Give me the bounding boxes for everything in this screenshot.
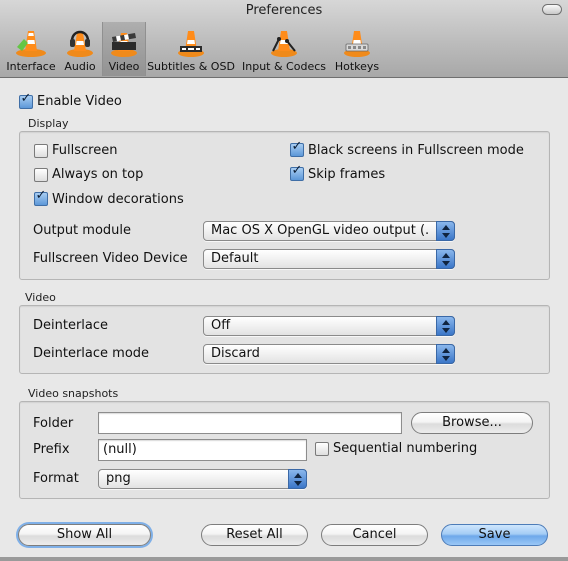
video-clapperboard-cone-icon [111,33,137,57]
prefix-field[interactable]: (null) [98,439,307,461]
format-value: png [106,471,131,486]
cancel-button[interactable]: Cancel [321,524,428,546]
tab-label: Video [108,60,140,73]
window-title: Preferences [245,3,323,18]
tab-label: Audio [64,60,96,73]
folder-label: Folder [33,416,74,431]
input-codecs-cone-icon [271,31,297,57]
browse-button[interactable]: Browse... [411,412,533,434]
popup-arrows-icon [288,469,307,489]
fullscreen-device-label: Fullscreen Video Device [33,251,188,266]
popup-arrows-icon [436,344,455,364]
format-popup[interactable]: png [98,469,307,489]
deinterlace-value: Off [211,318,231,333]
checkmark-icon: ✓ [20,91,32,106]
fullscreen-checkbox[interactable] [34,144,48,158]
audio-headphones-cone-icon [67,30,93,57]
tab-video[interactable]: Video [102,22,146,76]
tab-hotkeys[interactable]: Hotkeys [332,22,382,76]
save-button[interactable]: Save [441,524,548,546]
format-label: Format [33,471,79,486]
snapshots-group-title: Video snapshots [28,387,119,400]
deinterlace-mode-label: Deinterlace mode [33,346,150,361]
tab-label: Subtitles & OSD [147,60,235,73]
prefix-label: Prefix [33,442,70,457]
subtitles-cone-icon [178,31,204,57]
fullscreen-device-value: Default [211,251,259,266]
hotkeys-cone-icon [344,31,370,57]
popup-arrows-icon [436,221,455,241]
black-screens-checkbox[interactable]: ✓ [290,139,304,157]
tab-subtitles-osd[interactable]: Subtitles & OSD [146,22,236,76]
always-on-top-label: Always on top [52,167,144,182]
tab-label: Interface [6,60,56,73]
toolbar-toggle-button[interactable] [542,4,562,15]
checkmark-icon: ✓ [35,188,47,203]
tab-label: Hotkeys [334,60,380,73]
display-group-title: Display [28,117,69,130]
video-group-title: Video [25,291,56,304]
checkmark-icon: ✓ [291,163,303,178]
popup-arrows-icon [436,249,455,269]
deinterlace-popup[interactable]: Off [203,316,455,336]
popup-arrows-icon [436,316,455,336]
skip-frames-label: Skip frames [308,167,386,182]
sequential-numbering-checkbox[interactable] [315,442,329,456]
preferences-window: Preferences Interface Audio Video Subtit… [0,0,568,561]
deinterlace-label: Deinterlace [33,318,109,333]
skip-frames-checkbox[interactable]: ✓ [290,163,304,181]
window-decorations-label: Window decorations [52,192,184,207]
deinterlace-mode-popup[interactable]: Discard [203,344,455,364]
output-module-popup[interactable]: Mac OS X OpenGL video output (... [203,221,455,241]
window-decorations-checkbox[interactable]: ✓ [34,188,48,206]
always-on-top-checkbox[interactable] [34,168,48,182]
prefix-value: (null) [103,442,137,457]
output-module-label: Output module [33,223,132,238]
tab-label: Input & Codecs [242,60,326,73]
show-all-button[interactable]: Show All [18,524,151,546]
black-screens-label: Black screens in Fullscreen mode [308,143,524,158]
interface-cone-icon [16,31,46,57]
fullscreen-label: Fullscreen [52,143,118,158]
reset-all-button[interactable]: Reset All [201,524,308,546]
deinterlace-mode-value: Discard [211,346,260,361]
checkmark-icon: ✓ [291,139,303,154]
tab-audio[interactable]: Audio [61,22,99,76]
tab-input-codecs[interactable]: Input & Codecs [240,22,328,76]
window-bottom-edge [0,557,568,561]
output-module-value: Mac OS X OpenGL video output (... [211,223,430,238]
enable-video-label: Enable Video [37,94,122,109]
sequential-numbering-label: Sequential numbering [333,441,478,456]
enable-video-checkbox[interactable]: ✓ [19,91,33,109]
folder-field[interactable] [98,412,402,434]
fullscreen-device-popup[interactable]: Default [203,249,455,269]
tab-interface[interactable]: Interface [4,22,58,76]
toolbar: Preferences Interface Audio Video Subtit… [0,0,568,78]
